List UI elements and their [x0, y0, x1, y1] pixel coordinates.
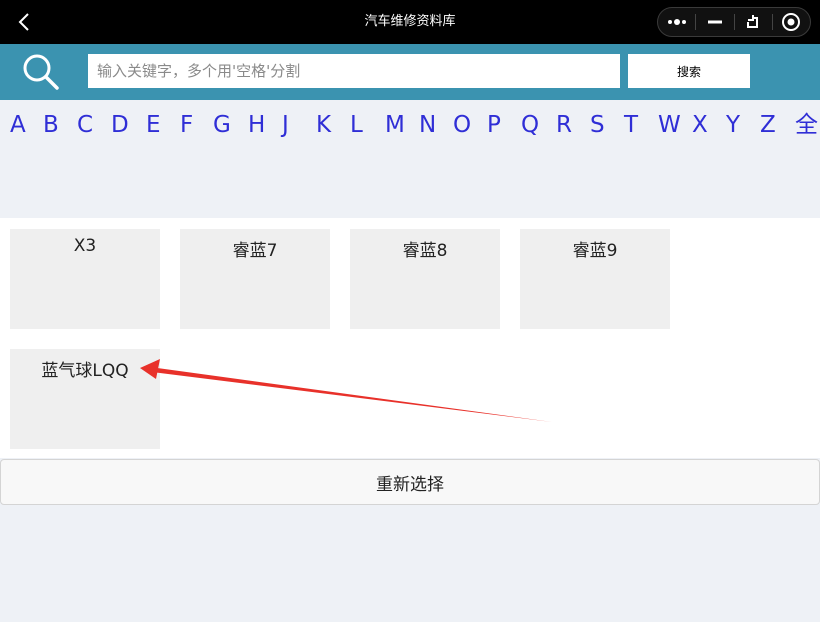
letter-index-item[interactable]: E [146, 110, 161, 140]
mini-program-capsule [657, 7, 811, 37]
letter-index-item[interactable]: A [10, 110, 26, 140]
search-button[interactable]: 搜索 [628, 54, 750, 88]
letter-index-item[interactable]: L [350, 110, 363, 140]
letter-index-item[interactable]: J [282, 110, 289, 140]
model-grid: X3 睿蓝7 睿蓝8 睿蓝9 蓝气球LQQ [0, 218, 820, 458]
more-dots-icon [667, 19, 686, 25]
chevron-left-icon [18, 13, 29, 31]
restore-button[interactable] [735, 8, 772, 36]
restore-icon [747, 15, 759, 28]
letter-index-item[interactable]: Z [760, 110, 776, 140]
model-card[interactable]: X3 [10, 229, 160, 329]
letter-index-item[interactable]: O [453, 110, 471, 140]
model-card[interactable]: 睿蓝7 [180, 229, 330, 329]
search-input[interactable] [88, 54, 620, 88]
letter-index-item[interactable]: Q [521, 110, 539, 140]
letter-index-item[interactable]: N [419, 110, 436, 140]
letter-index-item[interactable]: X [692, 110, 708, 140]
model-card-label: 睿蓝7 [232, 241, 278, 261]
letter-index-item[interactable]: Y [726, 110, 740, 140]
search-icon[interactable] [20, 52, 62, 92]
letter-index: A B C D E F G H J K L M N O P Q R S T W … [0, 100, 820, 218]
letter-index-item[interactable]: D [111, 110, 129, 140]
letter-index-item-all[interactable]: 全 [795, 110, 818, 140]
model-card[interactable]: 睿蓝8 [350, 229, 500, 329]
back-button[interactable] [10, 8, 38, 36]
letter-index-item[interactable]: S [590, 110, 605, 140]
letter-index-item[interactable]: F [180, 110, 193, 140]
model-card[interactable]: 蓝气球LQQ [10, 349, 160, 449]
letter-index-item[interactable]: P [487, 110, 501, 140]
letter-index-item[interactable]: G [213, 110, 231, 140]
letter-index-item[interactable]: M [385, 110, 405, 140]
model-card[interactable]: 睿蓝9 [520, 229, 670, 329]
minimize-icon [707, 20, 722, 24]
letter-index-item[interactable]: R [556, 110, 572, 140]
close-button[interactable] [773, 8, 810, 36]
letter-index-item[interactable]: C [77, 110, 93, 140]
model-card-label: 睿蓝9 [572, 241, 618, 261]
letter-index-item[interactable]: K [316, 110, 331, 140]
letter-index-item[interactable]: W [658, 110, 681, 140]
minimize-button[interactable] [696, 8, 733, 36]
letter-index-item[interactable]: H [248, 110, 265, 140]
model-card-label: 蓝气球LQQ [41, 361, 129, 381]
search-bar: 搜索 [0, 44, 820, 100]
reset-button[interactable]: 重新选择 [0, 459, 820, 505]
model-card-label: 睿蓝8 [402, 241, 448, 261]
letter-index-item[interactable]: T [624, 110, 638, 140]
letter-index-item[interactable]: B [43, 110, 59, 140]
record-icon [782, 13, 801, 31]
more-button[interactable] [658, 8, 695, 36]
title-bar: 汽车维修资料库 [0, 0, 820, 44]
model-card-label: X3 [73, 236, 97, 256]
